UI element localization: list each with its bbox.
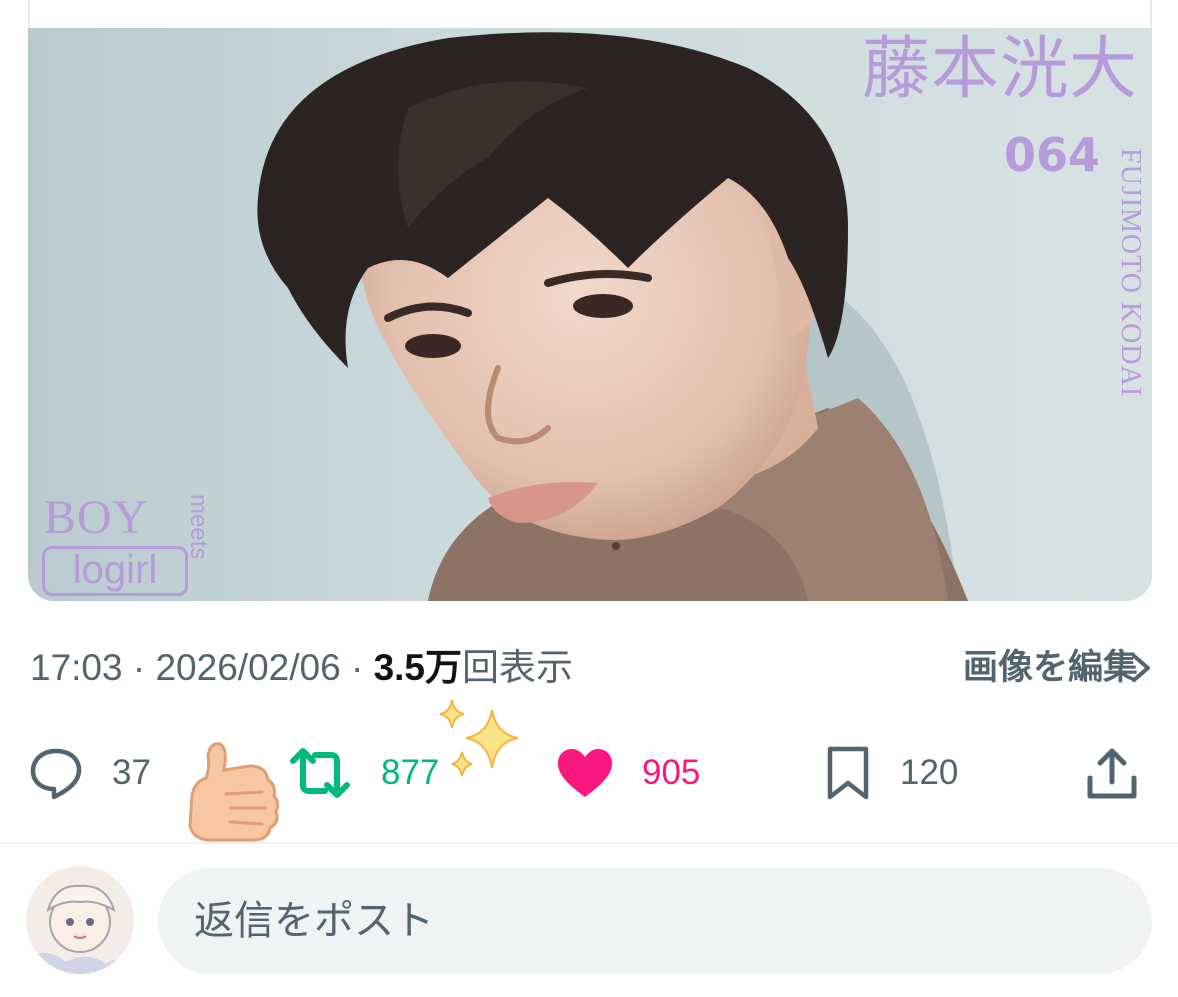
bookmark-button[interactable]: 120 — [824, 745, 958, 801]
logo-meets-text: meets — [185, 494, 212, 560]
like-count: 905 — [642, 753, 701, 792]
like-heart-icon — [558, 749, 612, 797]
separator: · — [122, 647, 156, 688]
reply-input[interactable]: 返信をポスト — [158, 868, 1152, 974]
issue-number: 064 — [1003, 128, 1100, 182]
view-label[interactable]: 回表示 — [462, 647, 573, 688]
post-image[interactable]: 藤本洸大 064 FUJIMOTO KODAI BOY meets logirl — [28, 28, 1152, 601]
thumbs-up-sticker — [188, 742, 280, 842]
model-name-en: FUJIMOTO KODAI — [1115, 148, 1146, 398]
reply-count: 37 — [112, 753, 151, 792]
repost-button[interactable]: 877 — [287, 745, 439, 801]
avatar[interactable] — [26, 866, 134, 974]
bookmark-icon — [827, 746, 869, 800]
reply-icon — [30, 748, 82, 800]
edit-image-button[interactable]: 画像を編集 — [963, 646, 1138, 690]
like-button[interactable]: 905 — [556, 745, 700, 801]
reply-button[interactable]: 37 — [28, 745, 151, 801]
separator: · — [340, 647, 374, 688]
sparkles-sticker — [439, 699, 519, 777]
post-metadata: 17:03 · 2026/02/06 · 3.5万回表示 — [30, 646, 573, 690]
model-name-jp: 藤本洸大 — [861, 30, 1138, 109]
bookmark-count: 120 — [900, 753, 959, 792]
logo-boy-text: BOY — [44, 491, 149, 544]
avatar-illustration — [26, 866, 134, 974]
section-divider — [0, 842, 1178, 844]
chevron-right-icon[interactable] — [1126, 652, 1156, 684]
share-icon[interactable] — [1082, 744, 1142, 804]
logo-logirl-text: logirl — [42, 546, 188, 596]
post-date[interactable]: 2026/02/06 — [155, 647, 340, 688]
repost-icon — [290, 748, 350, 798]
view-count[interactable]: 3.5万 — [374, 647, 462, 688]
post-card-edge — [28, 0, 1152, 30]
post-time[interactable]: 17:03 — [30, 647, 123, 688]
